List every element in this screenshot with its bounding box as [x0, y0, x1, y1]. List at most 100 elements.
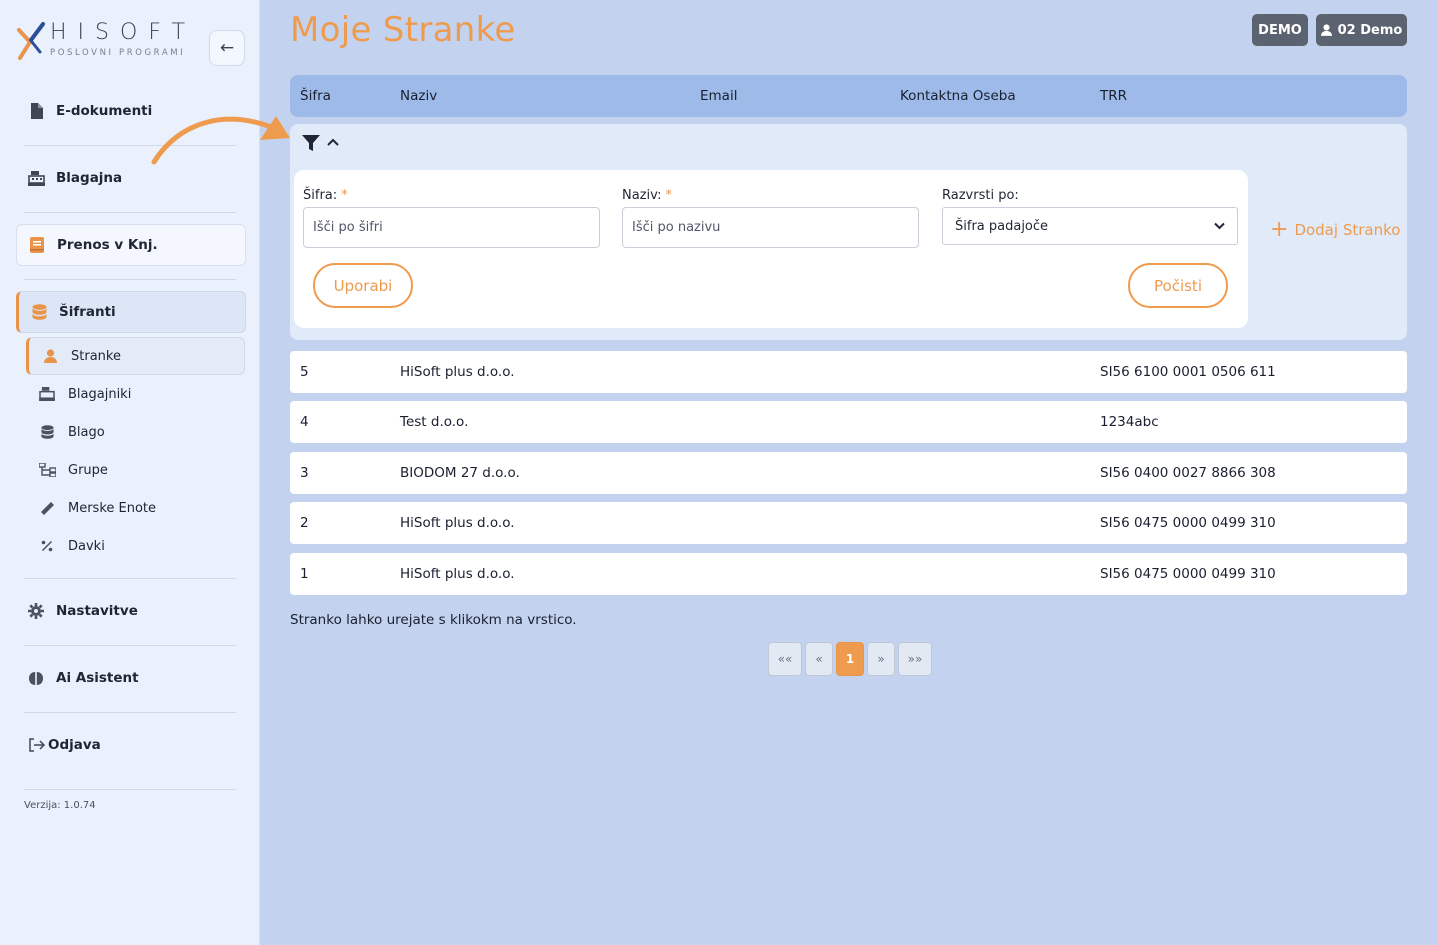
- first-page-button[interactable]: ««: [768, 642, 802, 676]
- column-header-naziv[interactable]: Naziv: [400, 88, 437, 104]
- sidebar-item-label: Ai Asistent: [56, 670, 139, 686]
- logo-text: HISOFT: [50, 20, 197, 45]
- cash-register-icon: [26, 168, 46, 188]
- sidebar-item-nastavitve[interactable]: Nastavitve: [16, 590, 246, 632]
- chevron-down-icon: [1214, 222, 1225, 230]
- sidebar-item-ai-asistent[interactable]: Ai Asistent: [16, 657, 246, 699]
- sidebar-subitem-label: Stranke: [71, 348, 121, 364]
- add-customer-label: Dodaj Stranko: [1294, 221, 1401, 239]
- cell-naziv: HiSoft plus d.o.o.: [400, 364, 515, 380]
- cell-naziv: BIODOM 27 d.o.o.: [400, 465, 520, 481]
- sidebar-item-sifranti[interactable]: Šifranti: [16, 291, 246, 333]
- table-row[interactable]: 2 HiSoft plus d.o.o. SI56 0475 0000 0499…: [290, 502, 1407, 544]
- filter-form: Šifra:* Naziv:* Razvrsti po: Šifra padaj…: [294, 170, 1248, 328]
- sidebar-subitem-davki[interactable]: Davki: [26, 527, 245, 565]
- sort-selected-value: Šifra padajoče: [955, 218, 1049, 234]
- book-icon: [27, 235, 47, 255]
- percent-icon: [37, 537, 57, 555]
- sifra-search-input[interactable]: [303, 207, 600, 248]
- sort-select[interactable]: Šifra padajoče: [942, 207, 1238, 245]
- user-menu-button[interactable]: 02 Demo: [1316, 14, 1407, 46]
- cell-naziv: Test d.o.o.: [400, 414, 469, 430]
- cell-sifra: 4: [300, 414, 309, 430]
- page-title: Moje Stranke: [290, 10, 516, 50]
- edit-hint-text: Stranko lahko urejate s klikokm na vrsti…: [290, 612, 577, 628]
- divider: [24, 645, 236, 646]
- divider: [24, 789, 236, 790]
- cell-trr: SI56 0400 0027 8866 308: [1100, 465, 1276, 481]
- cell-sifra: 5: [300, 364, 309, 380]
- version-label: Verzija: 1.0.74: [24, 800, 96, 811]
- prev-page-button[interactable]: «: [805, 642, 833, 676]
- page-1-button[interactable]: 1: [836, 642, 864, 676]
- file-icon: [26, 101, 46, 121]
- cell-trr: SI56 0475 0000 0499 310: [1100, 515, 1276, 531]
- column-header-sifra[interactable]: Šifra: [300, 88, 331, 104]
- pagination: «« « 1 » »»: [768, 642, 932, 676]
- demo-badge: DEMO: [1252, 14, 1308, 46]
- sidebar-subitem-blagajniki[interactable]: Blagajniki: [26, 375, 245, 413]
- user-name: 02 Demo: [1337, 22, 1403, 38]
- sidebar-subitem-merske-enote[interactable]: Merske Enote: [26, 489, 245, 527]
- user-icon: [1320, 24, 1332, 36]
- column-header-email[interactable]: Email: [700, 88, 737, 104]
- cell-trr: SI56 0475 0000 0499 310: [1100, 566, 1276, 582]
- divider: [24, 712, 236, 713]
- sidebar-item-label: Šifranti: [59, 304, 116, 320]
- brain-icon: [26, 668, 46, 688]
- logo[interactable]: HISOFT POSLOVNI PROGRAMI: [16, 18, 196, 62]
- sort-label: Razvrsti po:: [942, 188, 1019, 203]
- database-icon: [29, 302, 49, 322]
- sidebar-item-label: Odjava: [48, 737, 101, 753]
- arrow-left-icon: ←: [219, 38, 235, 58]
- add-customer-button[interactable]: + Dodaj Stranko: [1270, 219, 1400, 241]
- apply-filter-button[interactable]: Uporabi: [313, 263, 413, 308]
- naziv-search-input[interactable]: [622, 207, 919, 248]
- ruler-icon: [37, 499, 57, 517]
- table-row[interactable]: 5 HiSoft plus d.o.o. SI56 6100 0001 0506…: [290, 351, 1407, 393]
- logo-subtitle: POSLOVNI PROGRAMI: [50, 48, 186, 58]
- sidebar-item-label: Nastavitve: [56, 603, 138, 619]
- last-page-button[interactable]: »»: [898, 642, 932, 676]
- naziv-label: Naziv: *: [622, 188, 672, 203]
- logout-icon: [26, 735, 46, 755]
- column-header-kontaktna-oseba[interactable]: Kontaktna Oseba: [900, 88, 1016, 104]
- database-icon: [37, 423, 57, 441]
- table-row[interactable]: 1 HiSoft plus d.o.o. SI56 0475 0000 0499…: [290, 553, 1407, 595]
- plus-icon: +: [1270, 217, 1289, 242]
- sidebar-item-label: Blagajna: [56, 170, 123, 186]
- sidebar-item-odjava[interactable]: Odjava: [16, 724, 246, 766]
- column-header-trr[interactable]: TRR: [1100, 88, 1127, 104]
- cell-trr: SI56 6100 0001 0506 611: [1100, 364, 1276, 380]
- annotation-arrow-icon: [151, 116, 290, 165]
- cell-naziv: HiSoft plus d.o.o.: [400, 566, 515, 582]
- sidebar-item-label: E-dokumenti: [56, 103, 153, 119]
- user-icon: [40, 347, 60, 365]
- next-page-button[interactable]: »: [867, 642, 895, 676]
- sidebar-subitem-label: Merske Enote: [68, 500, 157, 516]
- cell-trr: 1234abc: [1100, 414, 1159, 430]
- sidebar-subitem-blago[interactable]: Blago: [26, 413, 245, 451]
- gear-icon: [26, 601, 46, 621]
- sidebar-subitem-label: Blago: [68, 424, 105, 440]
- sidebar-subitem-grupe[interactable]: Grupe: [26, 451, 245, 489]
- sifra-label: Šifra: *: [303, 188, 348, 203]
- filter-panel: Šifra:* Naziv:* Razvrsti po: Šifra padaj…: [290, 124, 1407, 340]
- cell-naziv: HiSoft plus d.o.o.: [400, 515, 515, 531]
- cell-sifra: 3: [300, 465, 309, 481]
- sidebar-subitem-label: Grupe: [68, 462, 108, 478]
- divider: [24, 212, 236, 213]
- collapse-sidebar-button[interactable]: ←: [209, 30, 245, 66]
- divider: [24, 578, 236, 579]
- sidebar-subitem-stranke[interactable]: Stranke: [26, 337, 245, 375]
- sidebar-item-prenos-v-knj[interactable]: Prenos v Knj.: [16, 224, 246, 266]
- sidebar-subitem-label: Blagajniki: [68, 386, 132, 402]
- filter-icon[interactable]: [302, 134, 320, 152]
- cell-sifra: 1: [300, 566, 309, 582]
- clear-filter-button[interactable]: Počisti: [1128, 263, 1228, 308]
- table-row[interactable]: 4 Test d.o.o. 1234abc: [290, 401, 1407, 443]
- sidebar-subitem-label: Davki: [68, 538, 105, 554]
- chevron-up-icon[interactable]: [326, 136, 340, 148]
- table-row[interactable]: 3 BIODOM 27 d.o.o. SI56 0400 0027 8866 3…: [290, 452, 1407, 494]
- sidebar-item-label: Prenos v Knj.: [57, 237, 158, 253]
